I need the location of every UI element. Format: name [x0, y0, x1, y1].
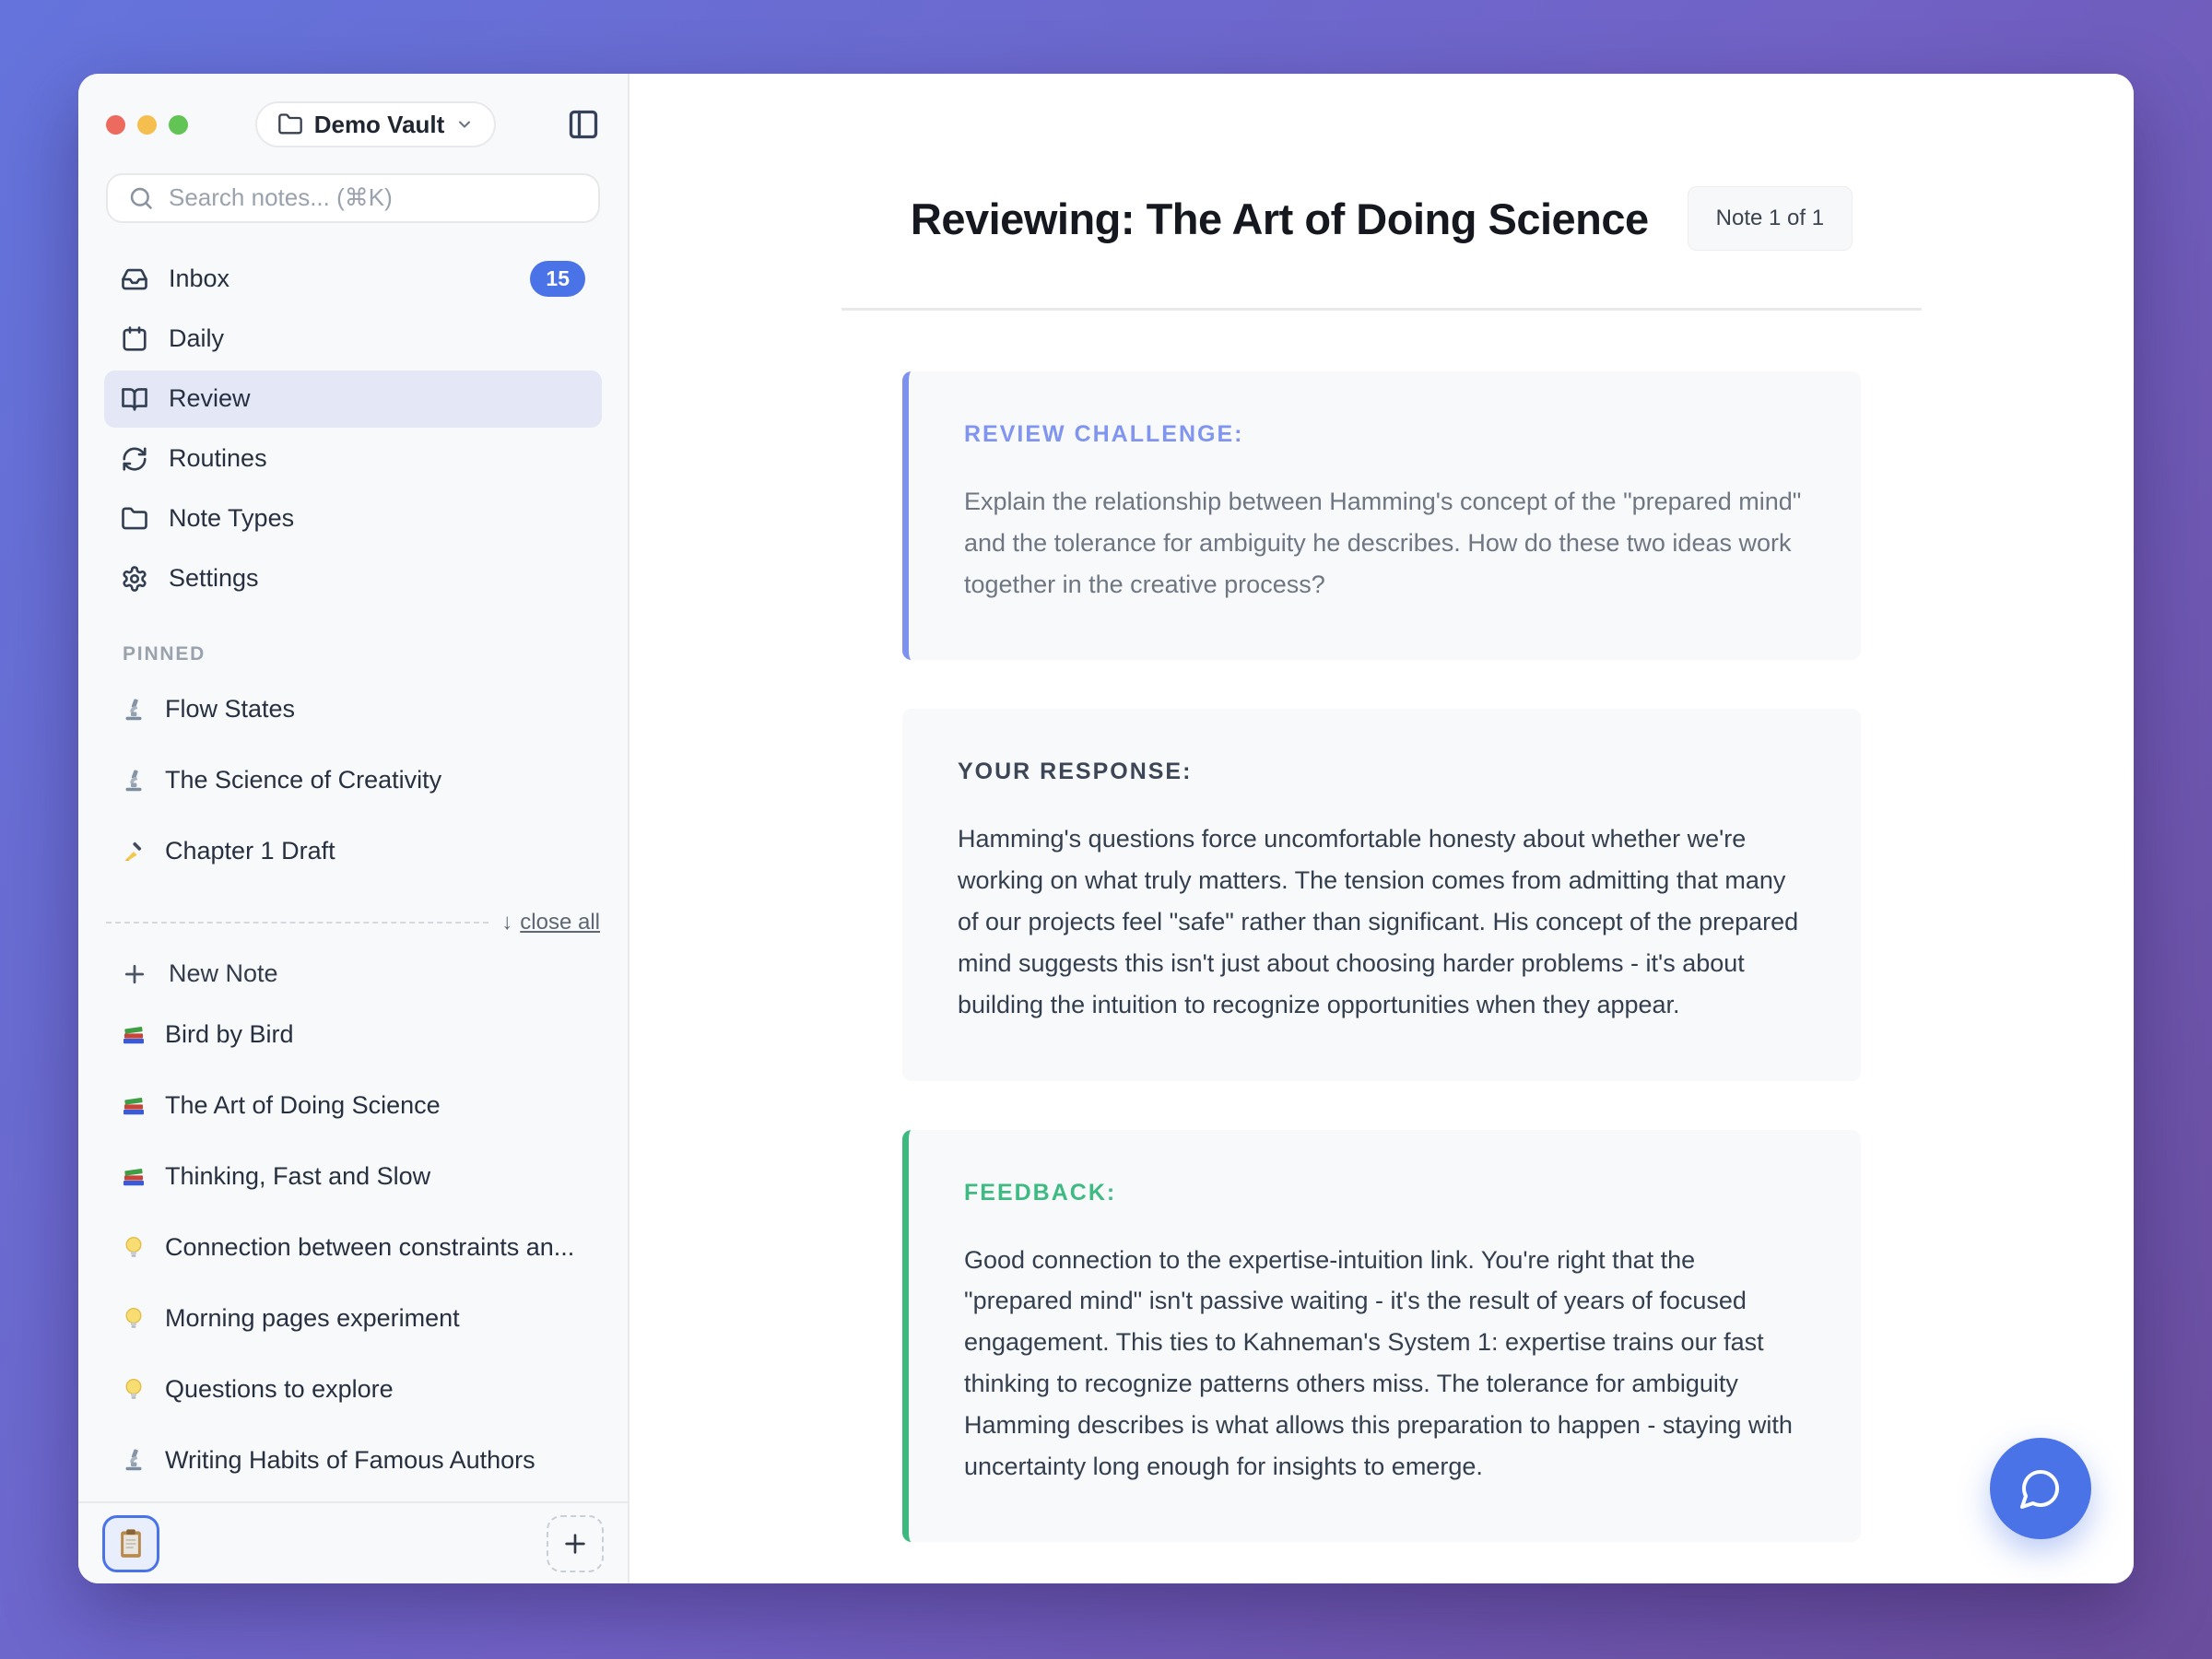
note-title: The Science of Creativity — [165, 766, 441, 794]
new-note-button[interactable]: New Note — [104, 950, 602, 998]
dashed-divider — [106, 922, 488, 924]
books-emoji — [121, 1163, 147, 1189]
section-body: Hamming's questions force uncomfortable … — [958, 818, 1806, 1025]
sidebar-item-label: Settings — [169, 564, 259, 593]
section-body: Explain the relationship between Hamming… — [964, 481, 1806, 605]
note-title: Thinking, Fast and Slow — [165, 1162, 430, 1191]
chat-fab-button[interactable] — [1990, 1438, 2091, 1539]
section-feedback: FEEDBACK: Good connection to the expertis… — [902, 1130, 1861, 1543]
sidebar-bottom-bar — [78, 1501, 628, 1583]
sidebar-item-label: Inbox — [169, 265, 229, 293]
sidebar-header: Demo Vault — [78, 74, 628, 147]
notes-list: Bird by Bird The Art of Doing Science Thin… — [78, 1005, 628, 1501]
search-bar[interactable] — [106, 173, 600, 223]
bulb-emoji — [121, 1305, 147, 1331]
note-title: Questions to explore — [165, 1375, 394, 1404]
chevron-down-icon — [455, 115, 474, 134]
note-title: Bird by Bird — [165, 1020, 294, 1049]
note-counter-badge: Note 1 of 1 — [1688, 186, 1853, 251]
close-all-link[interactable]: ↓ close all — [501, 910, 600, 935]
panel-left-icon — [567, 108, 600, 141]
note-title: Writing Habits of Famous Authors — [165, 1446, 535, 1475]
note-title: The Art of Doing Science — [165, 1091, 441, 1120]
add-vault-button[interactable] — [547, 1515, 604, 1572]
app-window: Demo Vault Inbox 15 Daily Review Routines Not… — [78, 74, 2134, 1583]
search-input[interactable] — [169, 183, 578, 212]
sidebar-item-routines[interactable]: Routines — [104, 430, 602, 488]
microscope-emoji — [121, 768, 147, 794]
book-open-icon — [121, 385, 148, 413]
close-all-row: ↓ close all — [106, 910, 600, 935]
pinned-note-flow-states[interactable]: Flow States — [104, 680, 602, 739]
note-title: Morning pages experiment — [165, 1304, 460, 1333]
sidebar-item-review[interactable]: Review — [104, 371, 602, 428]
sidebar-item-label: Note Types — [169, 504, 294, 533]
section-challenge: REVIEW CHALLENGE: Explain the relationshi… — [902, 371, 1861, 660]
gear-icon — [121, 565, 148, 593]
chat-bubble-icon — [2018, 1466, 2063, 1511]
search-icon — [128, 185, 154, 211]
sidebar-item-note-types[interactable]: Note Types — [104, 490, 602, 547]
note-item-thinking-fast-and-slow[interactable]: Thinking, Fast and Slow — [104, 1147, 602, 1206]
microscope-emoji — [121, 697, 147, 723]
new-note-label: New Note — [169, 959, 278, 988]
section-heading: YOUR RESPONSE: — [958, 759, 1806, 785]
note-item-questions-to-explore[interactable]: Questions to explore — [104, 1359, 602, 1418]
plus-icon — [121, 960, 148, 988]
note-item-morning-pages-experiment[interactable]: Morning pages experiment — [104, 1288, 602, 1347]
sidebar: Demo Vault Inbox 15 Daily Review Routines Not… — [78, 74, 629, 1583]
pinned-note-the-science-of-creativity[interactable]: The Science of Creativity — [104, 751, 602, 810]
inbox-count-badge: 15 — [530, 261, 585, 297]
main-panel: Reviewing: The Art of Doing Science Note… — [629, 74, 2134, 1583]
folder-icon — [277, 112, 303, 137]
note-title: Chapter 1 Draft — [165, 837, 335, 865]
page-title: Reviewing: The Art of Doing Science — [911, 194, 1649, 244]
note-item-connection-between-constraints-an[interactable]: Connection between constraints an... — [104, 1218, 602, 1277]
zoom-window-button[interactable] — [169, 115, 188, 135]
pinned-section-label: PINNED — [123, 643, 628, 665]
inbox-icon — [121, 265, 148, 293]
arrow-down-icon: ↓ — [501, 910, 512, 935]
folder-icon — [121, 505, 148, 533]
pinned-list: Flow States The Science of Creativity Chap… — [78, 680, 628, 893]
writing-emoji — [121, 839, 147, 865]
refresh-icon — [121, 445, 148, 473]
review-sections: REVIEW CHALLENGE: Explain the relationshi… — [629, 371, 2134, 1542]
bulb-emoji — [121, 1376, 147, 1402]
note-item-writing-habits-of-famous-authors[interactable]: Writing Habits of Famous Authors — [104, 1430, 602, 1489]
books-emoji — [121, 1092, 147, 1118]
sidebar-nav: Inbox 15 Daily Review Routines Note Types Sett… — [78, 234, 628, 610]
section-heading: FEEDBACK: — [964, 1180, 1806, 1206]
note-item-bird-by-bird[interactable]: Bird by Bird — [104, 1005, 602, 1064]
title-divider — [841, 308, 1922, 311]
sidebar-toggle-button[interactable] — [563, 104, 604, 145]
bulb-emoji — [121, 1234, 147, 1260]
vault-selector[interactable]: Demo Vault — [255, 101, 497, 147]
books-emoji — [121, 1021, 147, 1047]
sidebar-item-label: Review — [169, 384, 251, 413]
window-controls — [106, 115, 188, 135]
sidebar-item-label: Daily — [169, 324, 224, 353]
sidebar-item-settings[interactable]: Settings — [104, 550, 602, 607]
sidebar-item-inbox[interactable]: Inbox 15 — [104, 251, 602, 308]
plus-icon — [560, 1529, 590, 1559]
pinned-note-chapter-1-draft[interactable]: Chapter 1 Draft — [104, 822, 602, 881]
note-item-the-art-of-doing-science[interactable]: The Art of Doing Science — [104, 1076, 602, 1135]
section-body: Good connection to the expertise-intuiti… — [964, 1240, 1806, 1488]
section-response: YOUR RESPONSE: Hamming's questions force … — [902, 709, 1861, 1080]
calendar-icon — [121, 325, 148, 353]
note-title: Flow States — [165, 695, 295, 724]
sidebar-item-label: Routines — [169, 444, 267, 473]
title-row: Reviewing: The Art of Doing Science Note… — [629, 186, 2134, 251]
minimize-window-button[interactable] — [137, 115, 157, 135]
clipboard-emoji — [113, 1526, 148, 1561]
section-heading: REVIEW CHALLENGE: — [964, 421, 1806, 448]
close-window-button[interactable] — [106, 115, 125, 135]
vault-clipboard-button[interactable] — [102, 1515, 159, 1572]
note-title: Connection between constraints an... — [165, 1233, 574, 1262]
microscope-emoji — [121, 1447, 147, 1473]
sidebar-item-daily[interactable]: Daily — [104, 311, 602, 368]
vault-name: Demo Vault — [314, 111, 445, 139]
